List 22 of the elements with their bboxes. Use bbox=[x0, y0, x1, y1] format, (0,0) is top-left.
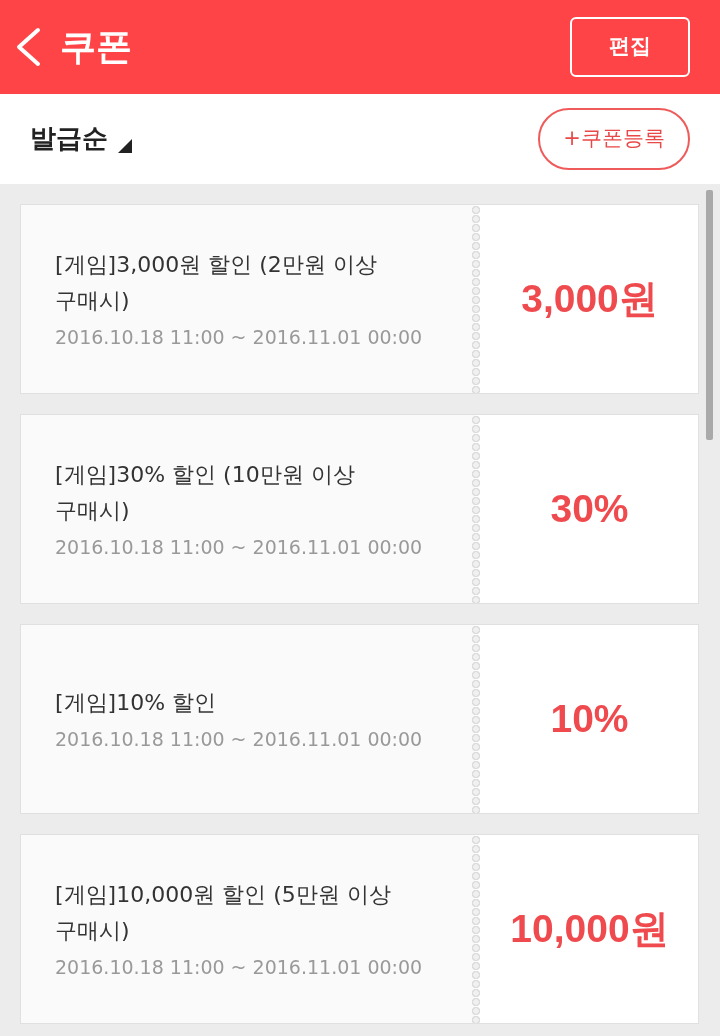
register-coupon-button[interactable]: +쿠폰등록 bbox=[538, 108, 690, 170]
discount-value: 10% bbox=[550, 695, 629, 742]
discount-value: 30% bbox=[550, 485, 629, 532]
sort-dropdown[interactable]: 발급순 bbox=[30, 123, 132, 155]
coupon-card[interactable]: [게임]3,000원 할인 (2만원 이상 구매시) 2016.10.18 11:00 ~ 2016.11.01 00:00 3,000원 bbox=[20, 204, 699, 394]
discount-value: 10,000원 bbox=[510, 905, 669, 952]
dropdown-triangle-icon bbox=[118, 139, 132, 153]
coupon-title: [게임]30% 할인 (10만원 이상 구매시) bbox=[55, 460, 356, 525]
coupon-title: [게임]10% 할인 bbox=[55, 688, 218, 717]
coupon-validity-period: 2016.10.18 11:00 ~ 2016.11.01 00:00 bbox=[55, 534, 424, 560]
coupon-card[interactable]: [게임]10,000원 할인 (5만원 이상 구매시) 2016.10.18 11:00 ~ 2016.11.01 00:00 10,000원 bbox=[20, 834, 699, 1024]
coupon-validity-period: 2016.10.18 11:00 ~ 2016.11.01 00:00 bbox=[55, 726, 424, 752]
coupon-validity-period: 2016.10.18 11:00 ~ 2016.11.01 00:00 bbox=[55, 954, 424, 980]
discount-value: 3,000원 bbox=[521, 275, 658, 322]
coupon-card[interactable]: [게임]10% 할인 2016.10.18 11:00 ~ 2016.11.01 00:00 10% bbox=[20, 624, 699, 814]
scrollbar-thumb[interactable] bbox=[706, 190, 713, 440]
coupon-title: [게임]10,000원 할인 (5만원 이상 구매시) bbox=[55, 880, 392, 945]
coupon-validity-period: 2016.10.18 11:00 ~ 2016.11.01 00:00 bbox=[55, 324, 424, 350]
page-title: 쿠폰 bbox=[60, 25, 132, 69]
coupon-card[interactable]: [게임]30% 할인 (10만원 이상 구매시) 2016.10.18 11:00 ~ 2016.11.01 00:00 30% bbox=[20, 414, 699, 604]
coupon-title: [게임]3,000원 할인 (2만원 이상 구매시) bbox=[55, 250, 378, 315]
back-chevron-icon bbox=[14, 27, 42, 67]
